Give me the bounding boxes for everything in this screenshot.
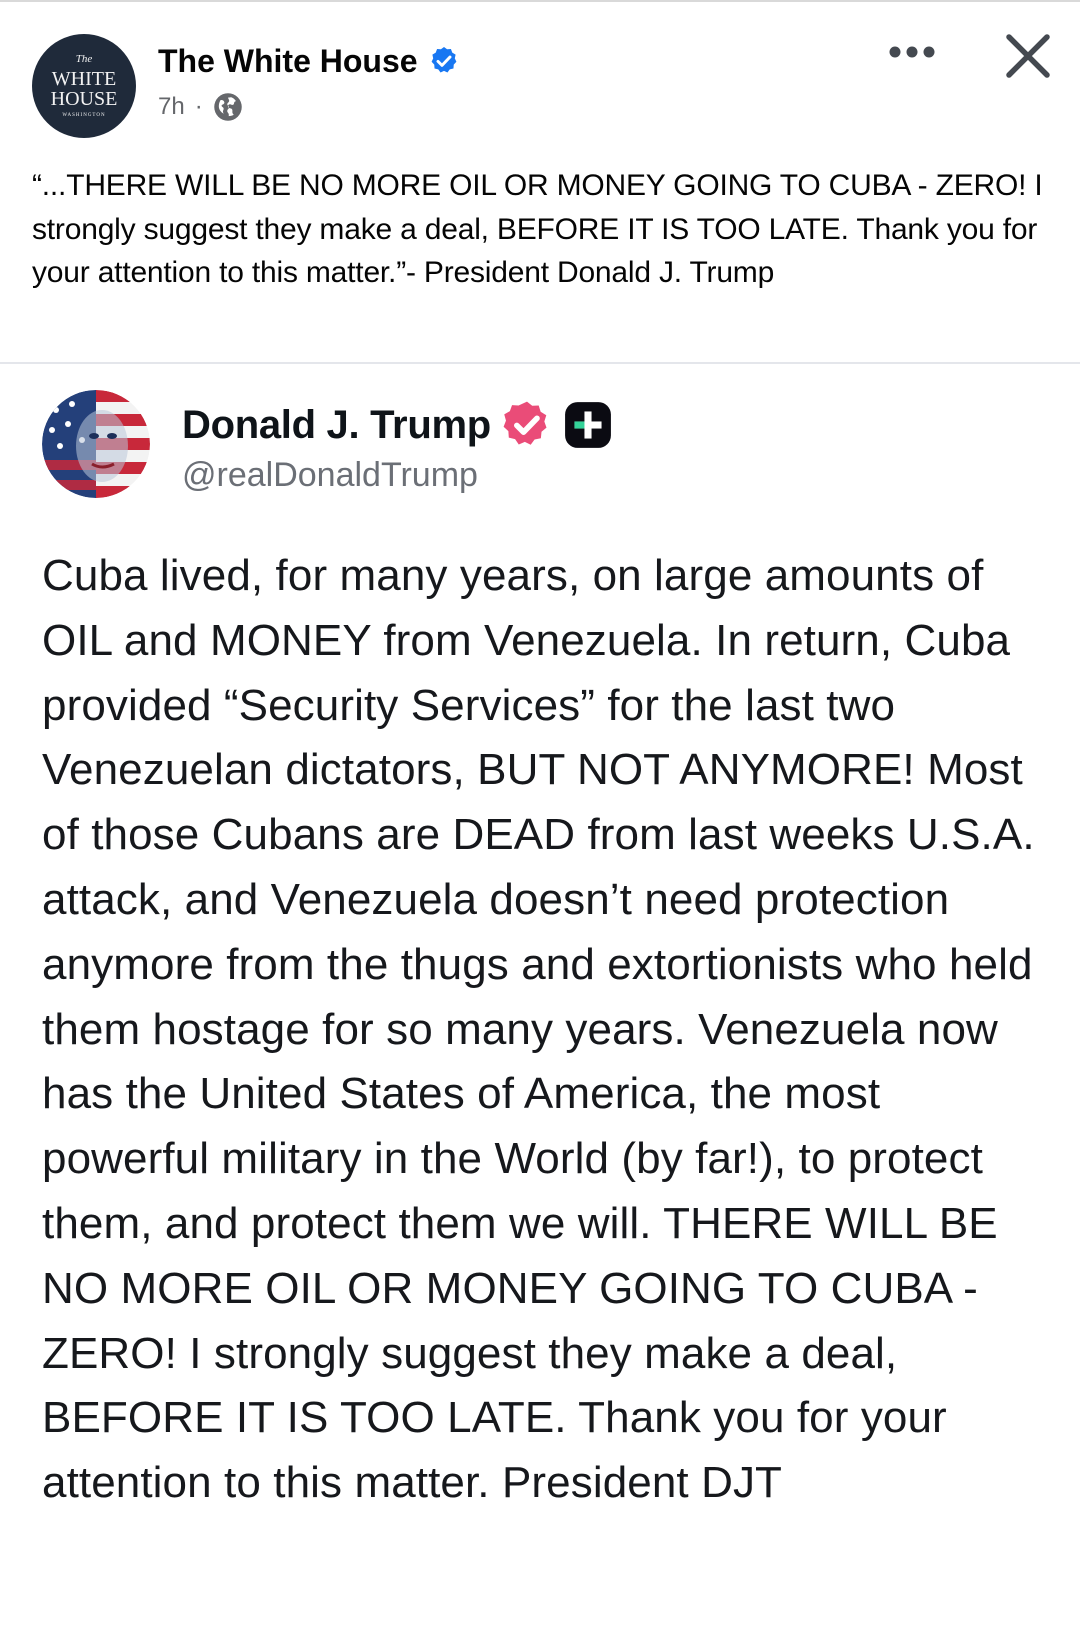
author-avatar[interactable] (42, 390, 150, 498)
close-button[interactable] (1000, 28, 1056, 84)
author-display-name[interactable]: Donald J. Trump (182, 403, 491, 448)
author-handle[interactable]: @realDonaldTrump (182, 456, 478, 495)
page-name-row: The White House (158, 40, 460, 82)
meta-separator: · (194, 93, 203, 120)
close-icon (1006, 34, 1050, 78)
author-name-row: Donald J. Trump (182, 398, 613, 452)
post-meta: 7h · (158, 90, 243, 124)
flag-portrait-image (42, 390, 150, 498)
post-caption: “...THERE WILL BE NO MORE OIL OR MONEY G… (32, 169, 1043, 289)
embedded-post-body: Cuba lived, for many years, on large amo… (42, 551, 1035, 1508)
more-options-icon (889, 46, 935, 58)
avatar-text-top: The (75, 53, 93, 65)
page-avatar[interactable]: The WHITE HOUSE WASHINGTON (32, 34, 136, 138)
page-name-link[interactable]: The White House (158, 43, 418, 80)
truth-plus-icon (564, 402, 611, 448)
globe-icon[interactable] (213, 92, 243, 122)
avatar-text-line1: WHITE (51, 68, 117, 90)
more-options-button[interactable] (880, 32, 944, 72)
post-timestamp[interactable]: 7h (158, 93, 185, 121)
verified-badge-icon (503, 401, 547, 445)
post-header: The WHITE HOUSE WASHINGTON The White Hou… (0, 0, 1080, 150)
verified-badge-icon (431, 47, 456, 73)
avatar-text-bottom: WASHINGTON (62, 113, 106, 118)
post-divider (0, 362, 1080, 364)
avatar-text-line2: HOUSE (50, 88, 118, 110)
